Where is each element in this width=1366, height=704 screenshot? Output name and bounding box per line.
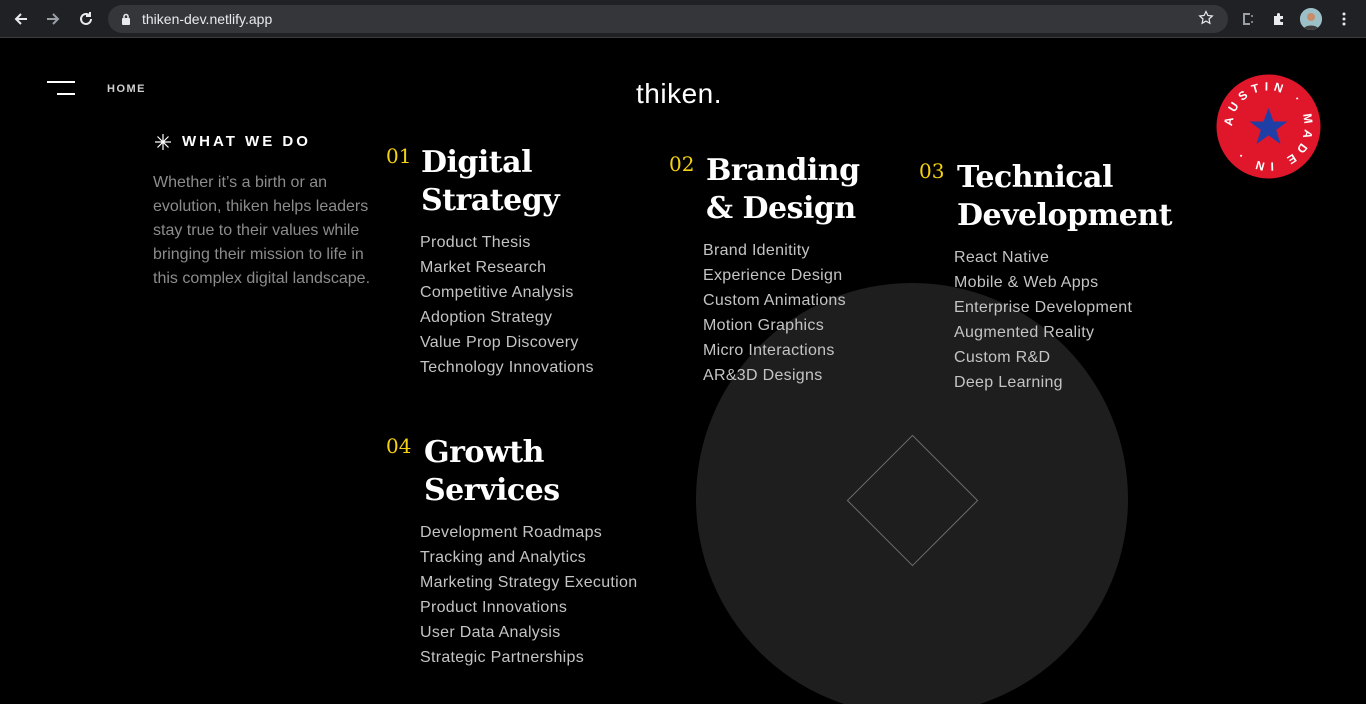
sparkle-icon: [155, 134, 171, 150]
intro-text: Whether it’s a birth or an evolution, th…: [153, 174, 371, 287]
service-title-line: Technical: [957, 160, 1113, 195]
list-item: Product Innovations: [420, 599, 568, 616]
service-title-line: Growth: [424, 435, 544, 470]
list-item: React Native: [954, 249, 1050, 266]
page: HOME thiken. AUSTIN · MADE IN · WHAT WE …: [0, 38, 1366, 704]
list-item: Deep Learning: [954, 374, 1063, 391]
service-number: 03: [919, 159, 945, 183]
list-item: Marketing Strategy Execution: [420, 574, 638, 591]
list-item: Mobile & Web Apps: [954, 274, 1099, 291]
service-list: Product Thesis Market Research Competiti…: [420, 230, 594, 380]
service-title-line: Strategy: [421, 183, 560, 218]
service-title: Digital Strategy: [421, 144, 681, 220]
list-item: User Data Analysis: [420, 624, 561, 641]
service-title: Growth Services: [424, 434, 684, 510]
list-item: Motion Graphics: [703, 317, 824, 334]
list-item: Technology Innovations: [420, 359, 594, 376]
list-item: Augmented Reality: [954, 324, 1095, 341]
service-title-line: Services: [424, 473, 560, 508]
list-item: Micro Interactions: [703, 342, 835, 359]
list-item: AR&3D Designs: [703, 367, 823, 384]
hamburger-menu-icon[interactable]: [47, 81, 75, 97]
list-item: Competitive Analysis: [420, 284, 574, 301]
list-item: Development Roadmaps: [420, 524, 603, 541]
list-item: Market Research: [420, 259, 547, 276]
puzzle-icon[interactable]: [1268, 8, 1290, 30]
list-item: Experience Design: [703, 267, 843, 284]
back-icon[interactable]: [10, 8, 32, 30]
made-in-austin-badge: AUSTIN · MADE IN ·: [1216, 74, 1321, 179]
service-title-line: & Design: [706, 191, 856, 226]
list-item: Tracking and Analytics: [420, 549, 587, 566]
list-item: Enterprise Development: [954, 299, 1133, 316]
service-title-line: Digital: [421, 145, 532, 180]
site-logo[interactable]: thiken.: [636, 78, 722, 110]
service-list: Development Roadmaps Tracking and Analyt…: [420, 520, 637, 670]
service-number: 02: [669, 152, 695, 176]
list-item: Custom R&D: [954, 349, 1051, 366]
profile-avatar[interactable]: [1300, 8, 1322, 30]
list-item: Strategic Partnerships: [420, 649, 585, 666]
service-number: 04: [386, 434, 412, 458]
forward-icon[interactable]: [42, 8, 64, 30]
list-item: Adoption Strategy: [420, 309, 553, 326]
more-icon[interactable]: [1333, 8, 1355, 30]
service-title-line: Development: [957, 198, 1173, 233]
section-heading: WHAT WE DO: [182, 133, 311, 150]
service-number: 01: [386, 144, 412, 168]
browser-toolbar: thiken-dev.netlify.app: [0, 0, 1366, 38]
service-list: React Native Mobile & Web Apps Enterpris…: [954, 245, 1132, 395]
list-item: Brand Idenitity: [703, 242, 810, 259]
service-list: Brand Idenitity Experience Design Custom…: [703, 238, 846, 388]
extension-icon[interactable]: [1236, 8, 1258, 30]
nav-home-link[interactable]: HOME: [107, 83, 146, 95]
list-item: Value Prop Discovery: [420, 334, 579, 351]
bookmark-star-icon[interactable]: [1198, 10, 1214, 26]
lock-icon: [122, 13, 130, 25]
list-item: Custom Animations: [703, 292, 846, 309]
service-title: Technical Development: [957, 159, 1217, 235]
address-bar[interactable]: thiken-dev.netlify.app: [108, 5, 1228, 33]
url-text: thiken-dev.netlify.app: [142, 11, 273, 27]
list-item: Product Thesis: [420, 234, 531, 251]
reload-icon[interactable]: [75, 8, 97, 30]
